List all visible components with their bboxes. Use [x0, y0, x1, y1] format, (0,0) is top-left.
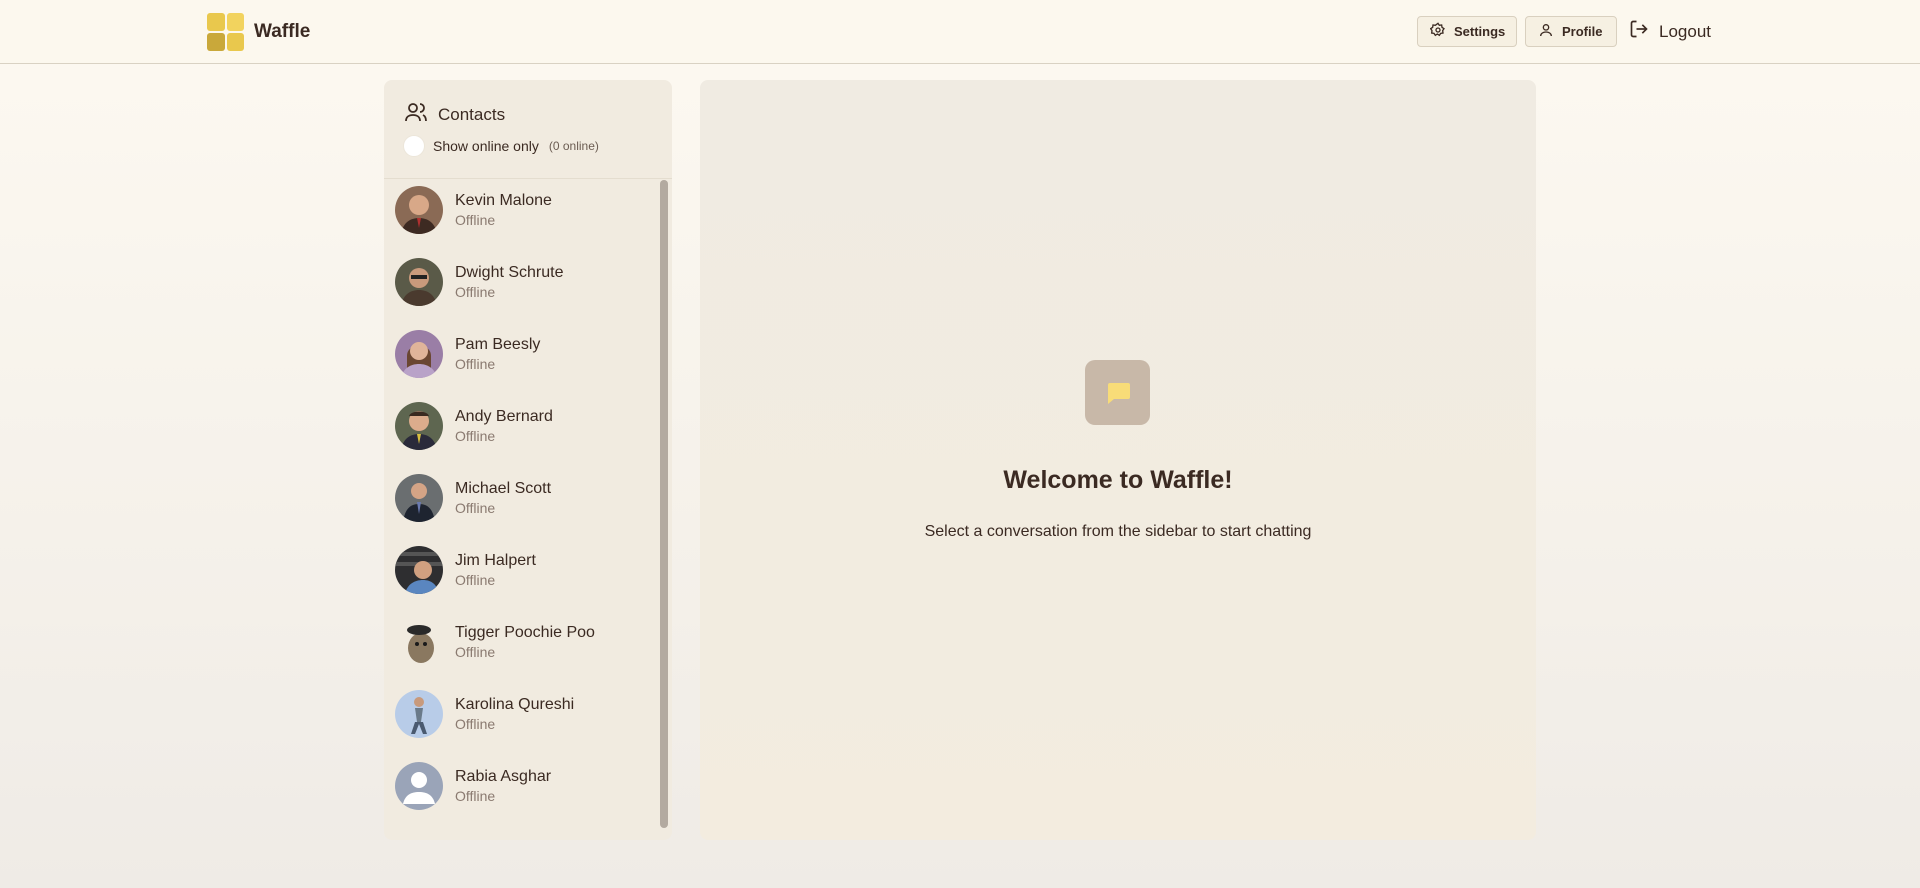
contact-status: Offline — [455, 284, 496, 300]
top-bar: Waffle Settings Profile Logout — [0, 0, 1920, 64]
divider — [384, 178, 672, 179]
avatar — [395, 258, 443, 306]
online-count: (0 online) — [548, 139, 599, 153]
logout-icon — [1629, 19, 1649, 44]
scrollbar-thumb[interactable] — [660, 180, 668, 828]
contact-item-karolina-qureshi[interactable]: Karolina Qureshi Offline — [395, 684, 651, 744]
logout-button[interactable]: Logout — [1629, 19, 1711, 44]
avatar — [395, 618, 443, 666]
brand-name: Waffle — [254, 21, 311, 42]
profile-label: Profile — [1562, 24, 1603, 39]
avatar — [395, 474, 443, 522]
avatar — [395, 186, 443, 234]
contact-item-tigger-poochie-poo[interactable]: Tigger Poochie Poo Offline — [395, 612, 651, 672]
settings-button[interactable]: Settings — [1417, 16, 1517, 47]
contact-list-scrollbar[interactable] — [660, 180, 668, 828]
contact-item-jim-halpert[interactable]: Jim Halpert Offline — [395, 540, 651, 600]
contacts-title: Contacts — [438, 104, 506, 124]
contact-status: Offline — [455, 212, 496, 228]
contact-item-dwight-schrute[interactable]: Dwight Schrute Offline — [395, 252, 651, 312]
avatar — [395, 762, 443, 810]
logout-label: Logout — [1659, 21, 1711, 41]
contact-name: Andy Bernard — [455, 408, 553, 425]
chat-panel: Welcome to Waffle! Select a conversation… — [700, 80, 1536, 840]
contact-name: Rabia Asghar — [455, 768, 552, 785]
contact-name: Tigger Poochie Poo — [455, 624, 595, 641]
contact-status: Offline — [455, 572, 496, 588]
contact-name: Michael Scott — [455, 480, 552, 497]
contact-item-michael-scott[interactable]: Michael Scott Offline — [395, 468, 651, 528]
contacts-header: Contacts — [404, 100, 505, 129]
contacts-sidebar: Contacts Show online only (0 online) Kev… — [384, 80, 672, 840]
contact-item-pam-beesly[interactable]: Pam Beesly Offline — [395, 324, 651, 384]
avatar — [395, 690, 443, 738]
contact-name: Kevin Malone — [455, 192, 552, 209]
contact-item-rabia-asghar[interactable]: Rabia Asghar Offline — [395, 756, 651, 816]
contact-status: Offline — [455, 644, 496, 660]
chat-bubble-icon — [1085, 360, 1150, 425]
avatar — [395, 546, 443, 594]
contact-item-kevin-malone[interactable]: Kevin Malone Offline — [395, 180, 651, 240]
online-filter: Show online only (0 online) — [403, 135, 599, 157]
settings-label: Settings — [1454, 24, 1506, 39]
contact-status: Offline — [455, 500, 496, 516]
contact-name: Pam Beesly — [455, 336, 541, 353]
profile-button[interactable]: Profile — [1525, 16, 1617, 47]
contact-status: Offline — [455, 428, 496, 444]
user-icon — [1538, 22, 1554, 41]
contact-name: Karolina Qureshi — [455, 696, 575, 713]
contact-list: Kevin Malone Offline Dwight Schrute Offl… — [384, 180, 660, 840]
contact-item-andy-bernard[interactable]: Andy Bernard Offline — [395, 396, 651, 456]
welcome-title: Welcome to Waffle! — [1003, 466, 1233, 494]
contact-name: Jim Halpert — [455, 552, 536, 569]
show-online-label: Show online only — [433, 138, 539, 154]
avatar — [395, 402, 443, 450]
contact-status: Offline — [455, 716, 496, 732]
contact-status: Offline — [455, 788, 496, 804]
brand[interactable]: Waffle — [207, 13, 310, 51]
waffle-logo-icon — [207, 13, 244, 51]
welcome-subtitle: Select a conversation from the sidebar t… — [924, 523, 1312, 540]
show-online-toggle[interactable] — [403, 135, 425, 157]
users-icon — [404, 100, 428, 129]
contact-status: Offline — [455, 356, 496, 372]
contact-name: Dwight Schrute — [455, 264, 564, 281]
gear-icon — [1429, 22, 1446, 41]
avatar — [395, 330, 443, 378]
